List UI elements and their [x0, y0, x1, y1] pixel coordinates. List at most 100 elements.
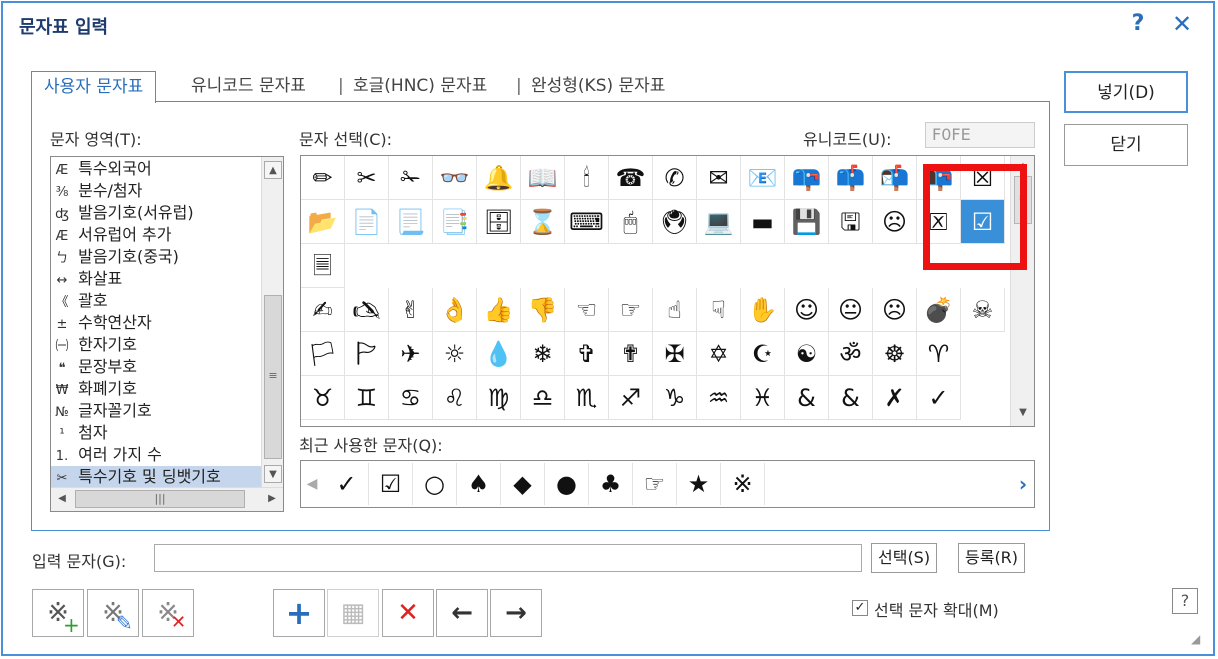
- char-cell[interactable]: ♊: [345, 376, 389, 420]
- char-cell[interactable]: ♉: [301, 376, 345, 420]
- char-cell[interactable]: ❄: [521, 332, 565, 376]
- char-cell[interactable]: 😐: [829, 288, 873, 332]
- char-cell[interactable]: ✂: [345, 156, 389, 200]
- char-cell[interactable]: 🖎: [345, 288, 389, 332]
- char-cell[interactable]: ✁: [389, 156, 433, 200]
- char-cell[interactable]: 📃: [389, 200, 433, 244]
- list-item[interactable]: ✂ 특수기호 및 딩뱃기호: [51, 466, 261, 488]
- char-cell[interactable]: ☠: [961, 288, 1005, 332]
- recent-char-cell[interactable]: ♠: [457, 463, 501, 505]
- char-cell[interactable]: ☝: [653, 288, 697, 332]
- char-cell[interactable]: ♌: [433, 376, 477, 420]
- char-cell[interactable]: 📖: [521, 156, 565, 200]
- add-char-button[interactable]: +: [273, 589, 325, 637]
- recent-char-cell[interactable]: ★: [677, 463, 721, 505]
- char-cell[interactable]: ✋: [741, 288, 785, 332]
- char-cell[interactable]: ✞: [565, 332, 609, 376]
- list-item[interactable]: ↔ 화살표: [51, 268, 261, 290]
- char-area-list[interactable]: Æ 특수외국어 ⅜ 분수/첨자 ʤ 발음기호(서유럽) Æ 서유럽어 추가 ㄅ 발음기호…: [50, 156, 284, 512]
- char-cell[interactable]: ☼: [433, 332, 477, 376]
- insert-button[interactable]: 넣기(D): [1064, 71, 1188, 113]
- char-cell[interactable]: ☹: [873, 200, 917, 244]
- char-cell[interactable]: 🗏: [301, 244, 345, 288]
- char-cell[interactable]: ✟: [609, 332, 653, 376]
- chevron-right-icon[interactable]: ›: [1012, 461, 1034, 507]
- edit-charset-button[interactable]: ※ ✎: [87, 589, 139, 637]
- char-cell[interactable]: ✡: [697, 332, 741, 376]
- tab-user-charmap[interactable]: 사용자 문자표: [31, 71, 157, 103]
- char-cell[interactable]: ☎: [609, 156, 653, 200]
- scroll-thumb[interactable]: ≡: [264, 295, 282, 459]
- enlarge-checkbox[interactable]: ✓: [852, 600, 868, 616]
- char-cell[interactable]: ⌨: [565, 200, 609, 244]
- unicode-field[interactable]: F0FE: [925, 122, 1035, 148]
- char-cell[interactable]: 💻: [697, 200, 741, 244]
- char-cell[interactable]: ✓: [917, 376, 961, 420]
- char-cell[interactable]: 🖱: [609, 200, 653, 244]
- char-cell[interactable]: ✏: [301, 156, 345, 200]
- help-button[interactable]: ?: [1123, 9, 1153, 39]
- char-cell[interactable]: 📑: [433, 200, 477, 244]
- list-item[interactable]: ⅜ 분수/첨자: [51, 180, 261, 202]
- scroll-thumb[interactable]: |||: [75, 490, 245, 508]
- char-cell[interactable]: 🖲: [653, 200, 697, 244]
- char-cell[interactable]: ☺: [785, 288, 829, 332]
- char-cell[interactable]: 🔔: [477, 156, 521, 200]
- list-item[interactable]: ¹ 첨자: [51, 422, 261, 444]
- char-cell[interactable]: 🕯: [565, 156, 609, 200]
- char-cell[interactable]: ॐ: [829, 332, 873, 376]
- char-cell[interactable]: 💾: [785, 200, 829, 244]
- char-cell[interactable]: &: [785, 376, 829, 420]
- char-cell[interactable]: ♋: [389, 376, 433, 420]
- char-cell[interactable]: ♎: [521, 376, 565, 420]
- char-cell[interactable]: 📪: [785, 156, 829, 200]
- char-cell[interactable]: 📄: [345, 200, 389, 244]
- recent-char-cell[interactable]: ◆: [501, 463, 545, 505]
- tab-unicode-charmap[interactable]: 유니코드 문자표: [191, 71, 306, 103]
- char-cell[interactable]: 👍: [477, 288, 521, 332]
- char-cell[interactable]: ✉: [697, 156, 741, 200]
- move-right-button[interactable]: →: [490, 589, 542, 637]
- char-cell[interactable]: 🗄: [477, 200, 521, 244]
- list-item[interactable]: ㄅ 발음기호(중국): [51, 246, 261, 268]
- list-item[interactable]: ₩ 화폐기호: [51, 378, 261, 400]
- list-item[interactable]: ± 수학연산자: [51, 312, 261, 334]
- list-item[interactable]: ❝ 문장부호: [51, 356, 261, 378]
- char-cell[interactable]: ✠: [653, 332, 697, 376]
- recent-char-cell[interactable]: ○: [413, 463, 457, 505]
- delete-char-button[interactable]: ✕: [382, 589, 434, 637]
- list-item[interactable]: 《 괄호: [51, 290, 261, 312]
- char-cell[interactable]: 📫: [829, 156, 873, 200]
- list-item[interactable]: № 글자꼴기호: [51, 400, 261, 422]
- list-item[interactable]: ㈠ 한자기호: [51, 334, 261, 356]
- char-cell[interactable]: 🏳: [301, 332, 345, 376]
- list-item[interactable]: Æ 특수외국어: [51, 158, 261, 180]
- char-cell[interactable]: ☟: [697, 288, 741, 332]
- scroll-left-icon[interactable]: ◀: [53, 490, 71, 508]
- char-cell[interactable]: ✗: [873, 376, 917, 420]
- scroll-down-icon[interactable]: ▼: [1014, 404, 1032, 422]
- char-cell[interactable]: ⌛: [521, 200, 565, 244]
- add-charset-button[interactable]: ※ +: [32, 589, 84, 637]
- scroll-down-icon[interactable]: ▼: [264, 465, 282, 483]
- small-help-button[interactable]: ?: [1172, 588, 1198, 614]
- close-icon[interactable]: ✕: [1167, 9, 1197, 39]
- recent-char-cell[interactable]: ☞: [633, 463, 677, 505]
- select-button[interactable]: 선택(S): [871, 543, 938, 573]
- recent-char-cell[interactable]: ●: [545, 463, 589, 505]
- char-cell[interactable]: ♓: [741, 376, 785, 420]
- list-vertical-scrollbar[interactable]: ▲ ≡ ▼: [261, 157, 283, 489]
- char-cell[interactable]: 🏱: [345, 332, 389, 376]
- char-cell[interactable]: ♏: [565, 376, 609, 420]
- char-cell[interactable]: ✈: [389, 332, 433, 376]
- char-cell[interactable]: ♐: [609, 376, 653, 420]
- char-cell[interactable]: ☪: [741, 332, 785, 376]
- scroll-up-icon[interactable]: ▲: [264, 161, 282, 179]
- char-cell[interactable]: ♍: [477, 376, 521, 420]
- char-cell[interactable]: ✍: [301, 288, 345, 332]
- char-cell[interactable]: ☯: [785, 332, 829, 376]
- char-cell[interactable]: 👓: [433, 156, 477, 200]
- resize-grip-icon[interactable]: ◢: [1191, 631, 1207, 647]
- char-cell[interactable]: 📬: [873, 156, 917, 200]
- char-cell[interactable]: 💧: [477, 332, 521, 376]
